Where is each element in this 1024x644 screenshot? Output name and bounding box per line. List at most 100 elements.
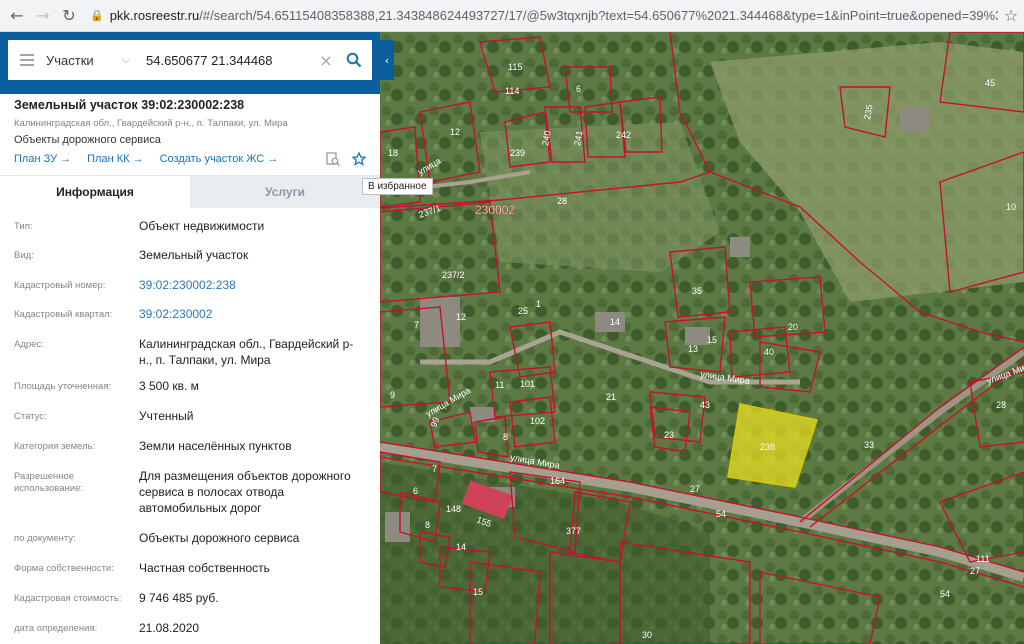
parcel-links: План ЗУ → План КК → Создать участок ЖС → <box>14 153 366 165</box>
search-type-label: Участки <box>46 52 94 68</box>
search-input[interactable]: 54.650677 21.344468 <box>138 53 316 68</box>
field-area <box>480 122 720 272</box>
parcel-number: 30 <box>642 630 652 640</box>
parcel-number: 377 <box>566 526 581 536</box>
search-icon[interactable] <box>336 52 372 68</box>
parcel-number: 20 <box>788 322 798 332</box>
tab-info[interactable]: Информация <box>0 176 190 208</box>
row-value: 3 500 кв. м <box>139 379 199 393</box>
parcel-number: 6 <box>413 486 418 496</box>
cadastral-quarter-link[interactable]: 39:02:230002 <box>139 306 366 330</box>
cadastral-number-link[interactable]: 39:02:230002:238 <box>139 277 366 300</box>
menu-icon[interactable] <box>8 54 46 66</box>
collapse-panel-button[interactable]: ‹ <box>380 40 394 80</box>
search-box: Участки ⌵ 54.650677 21.344468 × <box>8 40 372 80</box>
row-label: Статус: <box>14 411 47 422</box>
parcel-number: 239 <box>510 148 525 158</box>
parcel-number: 35 <box>692 286 702 296</box>
row-label: Площадь уточненная: <box>14 381 112 392</box>
row-label: Кадастровый квартал: <box>14 309 113 320</box>
parcel-number: 15 <box>473 587 483 597</box>
info-row: по документу: Объекты дорожного сервиса <box>0 526 380 556</box>
search-type-select[interactable]: Участки ⌵ <box>46 53 138 68</box>
bookmark-star-icon[interactable]: ☆ <box>998 6 1024 25</box>
back-arrow-icon[interactable]: ← <box>4 3 30 29</box>
parcel-number: 237/2 <box>442 270 465 280</box>
row-label: Вид: <box>14 250 34 261</box>
info-row: Форма собственности: Частная собственнос… <box>0 556 380 586</box>
row-label: Кадастровая стоимость: <box>14 593 122 604</box>
parcel-number: 8 <box>425 520 430 530</box>
parcel-number: 43 <box>700 400 710 410</box>
favorite-star-icon[interactable] <box>352 152 366 166</box>
favorite-tooltip: В избранное <box>362 178 433 195</box>
parcel-number: 9 <box>390 390 395 400</box>
parcel-number: 8 <box>503 432 508 442</box>
forward-arrow-icon[interactable]: → <box>30 3 56 29</box>
parcel-number: 101 <box>520 379 535 389</box>
parcel-number: 28 <box>557 196 567 206</box>
tab-bar: Информация Услуги <box>0 176 380 208</box>
info-row: дата определения: 21.08.2020 <box>0 616 380 644</box>
parcel-number: 164 <box>550 476 565 486</box>
info-row: Кадастровый квартал: 39:02:230002 <box>0 300 380 330</box>
parcel-number: 114 <box>505 86 519 96</box>
selected-parcel-number: 238 <box>760 442 775 452</box>
info-row: Разрешенное использование: Для размещени… <box>0 464 380 526</box>
link-plan-zu[interactable]: План ЗУ → <box>14 153 71 165</box>
satellite-map[interactable]: 230002 улица Мира улица Мира улица Мира … <box>380 32 1024 644</box>
parcel-number: 11 <box>495 380 504 390</box>
url-host: pkk.rosreestr.ru <box>109 8 200 23</box>
row-value: Объекты дорожного сервиса <box>139 531 300 545</box>
parcel-header: Земельный участок 39:02:230002:238 Калин… <box>0 94 380 176</box>
parcel-number: 15 <box>707 335 717 345</box>
parcel-number: 18 <box>388 148 398 158</box>
parcel-number: 28 <box>996 400 1006 410</box>
header-actions <box>326 152 366 166</box>
row-label: Адрес: <box>14 339 44 350</box>
parcel-number: 7 <box>432 464 437 474</box>
info-row: Тип: Объект недвижимости <box>0 210 380 240</box>
clear-icon[interactable]: × <box>316 51 336 70</box>
parcel-number: 12 <box>456 312 466 322</box>
parcel-number: 148 <box>446 504 461 514</box>
lock-icon: 🔒 <box>90 9 104 22</box>
parcel-number: 14 <box>610 317 620 327</box>
info-row: Категория земель: Земли населённых пункт… <box>0 434 380 464</box>
row-label: Тип: <box>14 221 33 232</box>
quarter-label: 230002 <box>475 203 515 217</box>
parcel-number: 13 <box>688 344 698 354</box>
parcel-number: 27 <box>690 484 700 494</box>
info-panel: Участки ⌵ 54.650677 21.344468 × Земельны… <box>0 32 380 644</box>
row-value: Калининградская обл., Гвардейский р-н., … <box>139 337 354 367</box>
parcel-number: 10 <box>1006 202 1016 212</box>
map-view[interactable]: 230002 улица Мира улица Мира улица Мира … <box>380 32 1024 644</box>
row-value: Частная собственность <box>139 561 270 575</box>
parcel-number: 7 <box>414 320 419 330</box>
browser-toolbar: ← → ↻ 🔒 pkk.rosreestr.ru /#/search/54.65… <box>0 0 1024 32</box>
tab-services[interactable]: Услуги <box>190 176 380 208</box>
info-row: Кадастровая стоимость: 9 746 485 руб. <box>0 586 380 616</box>
info-list: Тип: Объект недвижимости Вид: Земельный … <box>0 208 380 644</box>
row-label: Кадастровый номер: <box>14 280 106 291</box>
link-create-parcel[interactable]: Создать участок ЖС → <box>160 153 279 165</box>
link-plan-kk[interactable]: План КК → <box>87 153 143 165</box>
address-bar[interactable]: 🔒 pkk.rosreestr.ru /#/search/54.65115408… <box>90 4 998 28</box>
row-label: Категория земель: <box>14 441 96 452</box>
reload-icon[interactable]: ↻ <box>56 3 82 29</box>
parcel-number: 1 <box>536 299 541 309</box>
parcel-number: 33 <box>864 440 874 450</box>
parcel-title: Земельный участок 39:02:230002:238 <box>14 98 245 112</box>
row-value: Объект недвижимости <box>139 219 265 233</box>
info-row: Статус: Учтенный <box>0 404 380 434</box>
parcel-number: 115 <box>508 62 522 72</box>
parcel-address: Калининградская обл., Гвардейский р-н., … <box>14 118 288 129</box>
url-path: /#/search/54.65115408358388,21.343848624… <box>199 8 998 23</box>
parcel-number: 23 <box>664 430 674 440</box>
parcel-number: 27 <box>970 566 980 576</box>
parcel-number: 21 <box>606 392 616 402</box>
row-value: 21.08.2020 <box>139 621 200 635</box>
row-value: Земельный участок <box>139 248 249 262</box>
print-preview-icon[interactable] <box>326 152 340 166</box>
info-row: Кадастровый номер: 39:02:230002:238 <box>0 270 380 300</box>
